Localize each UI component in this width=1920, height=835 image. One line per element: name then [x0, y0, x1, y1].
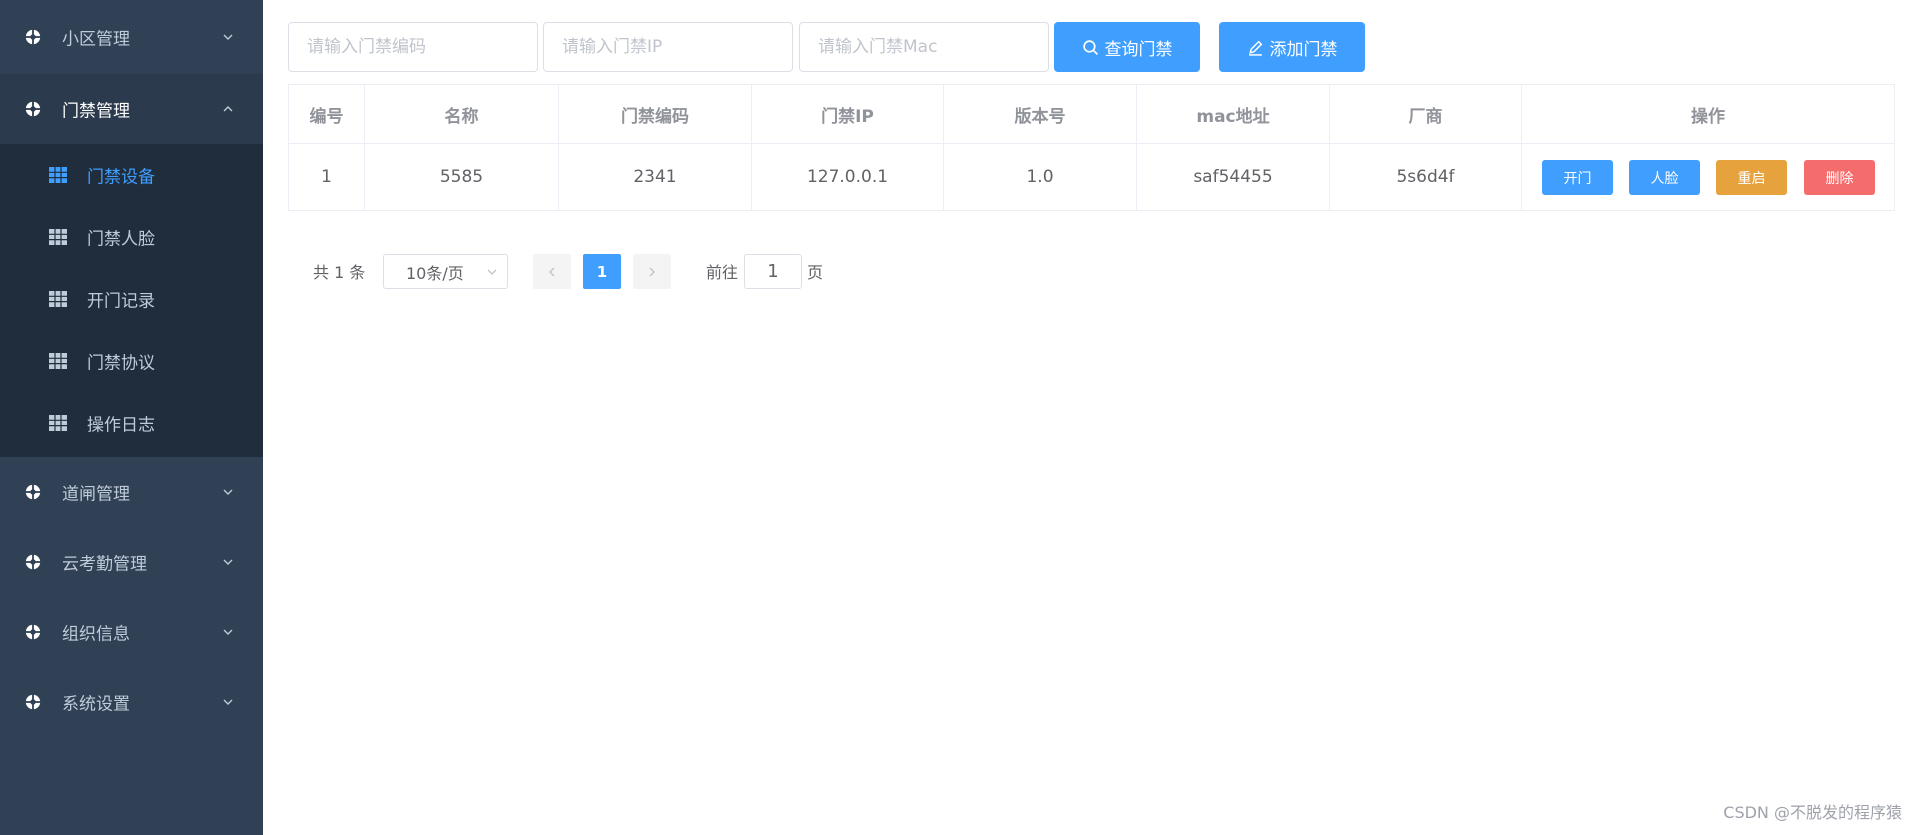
column-header: 名称 — [365, 85, 559, 144]
sidebar-item-access-protocol[interactable]: 门禁协议 — [0, 330, 263, 392]
column-header: 门禁IP — [752, 85, 944, 144]
menu-group-label: 云考勤管理 — [62, 554, 147, 575]
query-button-label: 查询门禁 — [1104, 39, 1173, 60]
chevron-down-icon — [223, 489, 233, 495]
page-number-current[interactable]: 1 — [583, 254, 621, 289]
jump-page-input[interactable] — [744, 254, 802, 289]
chevron-down-icon — [487, 269, 497, 275]
table-cell: saf54455 — [1137, 144, 1330, 210]
add-device-button[interactable]: 添加门禁 — [1219, 22, 1365, 72]
column-header: 操作 — [1522, 85, 1894, 144]
menu-group-label: 门禁管理 — [62, 101, 130, 122]
menu-group-label: 系统设置 — [62, 694, 130, 715]
page-size-value: 10条/页 — [406, 263, 464, 283]
column-header: 编号 — [289, 85, 365, 144]
column-header: 门禁编码 — [559, 85, 752, 144]
grid-icon — [49, 353, 67, 369]
sidebar-item-label: 操作日志 — [87, 415, 155, 436]
gear-icon — [24, 553, 42, 571]
table-cell: 5585 — [365, 144, 559, 210]
menu-group-organization[interactable]: 组织信息 — [0, 597, 263, 667]
sidebar-item-access-devices[interactable]: 门禁设备 — [0, 144, 263, 206]
grid-icon — [49, 229, 67, 245]
device-ip-input[interactable] — [543, 22, 793, 72]
sidebar-item-label: 门禁设备 — [87, 167, 155, 188]
goto-label: 前往 — [706, 263, 739, 282]
search-icon — [1082, 39, 1098, 55]
table-cell: 127.0.0.1 — [752, 144, 944, 210]
add-device-button-label: 添加门禁 — [1269, 39, 1338, 60]
sidebar-item-operation-log[interactable]: 操作日志 — [0, 392, 263, 454]
pagination: 共 1 条 10条/页 1 前往 页 — [0, 252, 900, 290]
grid-icon — [49, 167, 67, 183]
restart-button[interactable]: 重启 — [1716, 160, 1787, 195]
sidebar-item-label: 开门记录 — [87, 291, 155, 312]
table-cell: 5s6d4f — [1330, 144, 1522, 210]
menu-group-cloud-attendance[interactable]: 云考勤管理 — [0, 527, 263, 597]
delete-button[interactable]: 删除 — [1804, 160, 1875, 195]
column-header: 厂商 — [1330, 85, 1522, 144]
table-cell: 1.0 — [944, 144, 1137, 210]
submenu-access-control: 门禁设备 门禁人脸 开门记录 门禁协议 操作日志 — [0, 144, 263, 457]
sidebar-item-label: 门禁人脸 — [87, 229, 155, 250]
menu-group-system-settings[interactable]: 系统设置 — [0, 667, 263, 737]
chevron-down-icon — [223, 34, 233, 40]
gear-icon — [24, 693, 42, 711]
gear-icon — [24, 483, 42, 501]
table-cell: 2341 — [559, 144, 752, 210]
chevron-right-icon — [649, 267, 655, 276]
face-button[interactable]: 人脸 — [1629, 160, 1700, 195]
table-cell: 1 — [289, 144, 365, 210]
device-table: 编号 名称 门禁编码 门禁IP 版本号 mac地址 厂商 操作 1 5585 2… — [288, 84, 1895, 211]
gear-icon — [24, 28, 42, 46]
column-header: 版本号 — [944, 85, 1137, 144]
next-page-button[interactable] — [633, 254, 671, 289]
grid-icon — [49, 415, 67, 431]
menu-group-barrier[interactable]: 道闸管理 — [0, 457, 263, 527]
prev-page-button[interactable] — [533, 254, 571, 289]
gear-icon — [24, 623, 42, 641]
page-suffix-label: 页 — [807, 263, 824, 282]
chevron-left-icon — [549, 267, 555, 276]
menu-group-access-control[interactable]: 门禁管理 — [0, 74, 263, 144]
menu-group-label: 组织信息 — [62, 624, 130, 645]
page-size-select[interactable]: 10条/页 — [383, 254, 508, 289]
device-code-input[interactable] — [288, 22, 538, 72]
gear-icon — [24, 100, 42, 118]
sidebar: 小区管理 门禁管理 门禁设备 门禁人脸 开门记录 门禁协议 操作日志 道闸管理 … — [0, 0, 263, 835]
chevron-down-icon — [223, 629, 233, 635]
query-button[interactable]: 查询门禁 — [1054, 22, 1200, 72]
chevron-up-icon — [223, 106, 233, 112]
open-door-button[interactable]: 开门 — [1542, 160, 1613, 195]
edit-icon — [1248, 40, 1262, 56]
watermark: CSDN @不脱发的程序猿 — [1723, 803, 1902, 822]
chevron-down-icon — [223, 699, 233, 705]
total-count: 共 1 条 — [313, 263, 366, 282]
menu-group-label: 小区管理 — [62, 29, 130, 50]
device-mac-input[interactable] — [799, 22, 1049, 72]
grid-icon — [49, 291, 67, 307]
menu-group-community[interactable]: 小区管理 — [0, 0, 263, 74]
column-header: mac地址 — [1137, 85, 1330, 144]
sidebar-item-label: 门禁协议 — [87, 353, 155, 374]
menu-group-label: 道闸管理 — [62, 484, 130, 505]
chevron-down-icon — [223, 559, 233, 565]
